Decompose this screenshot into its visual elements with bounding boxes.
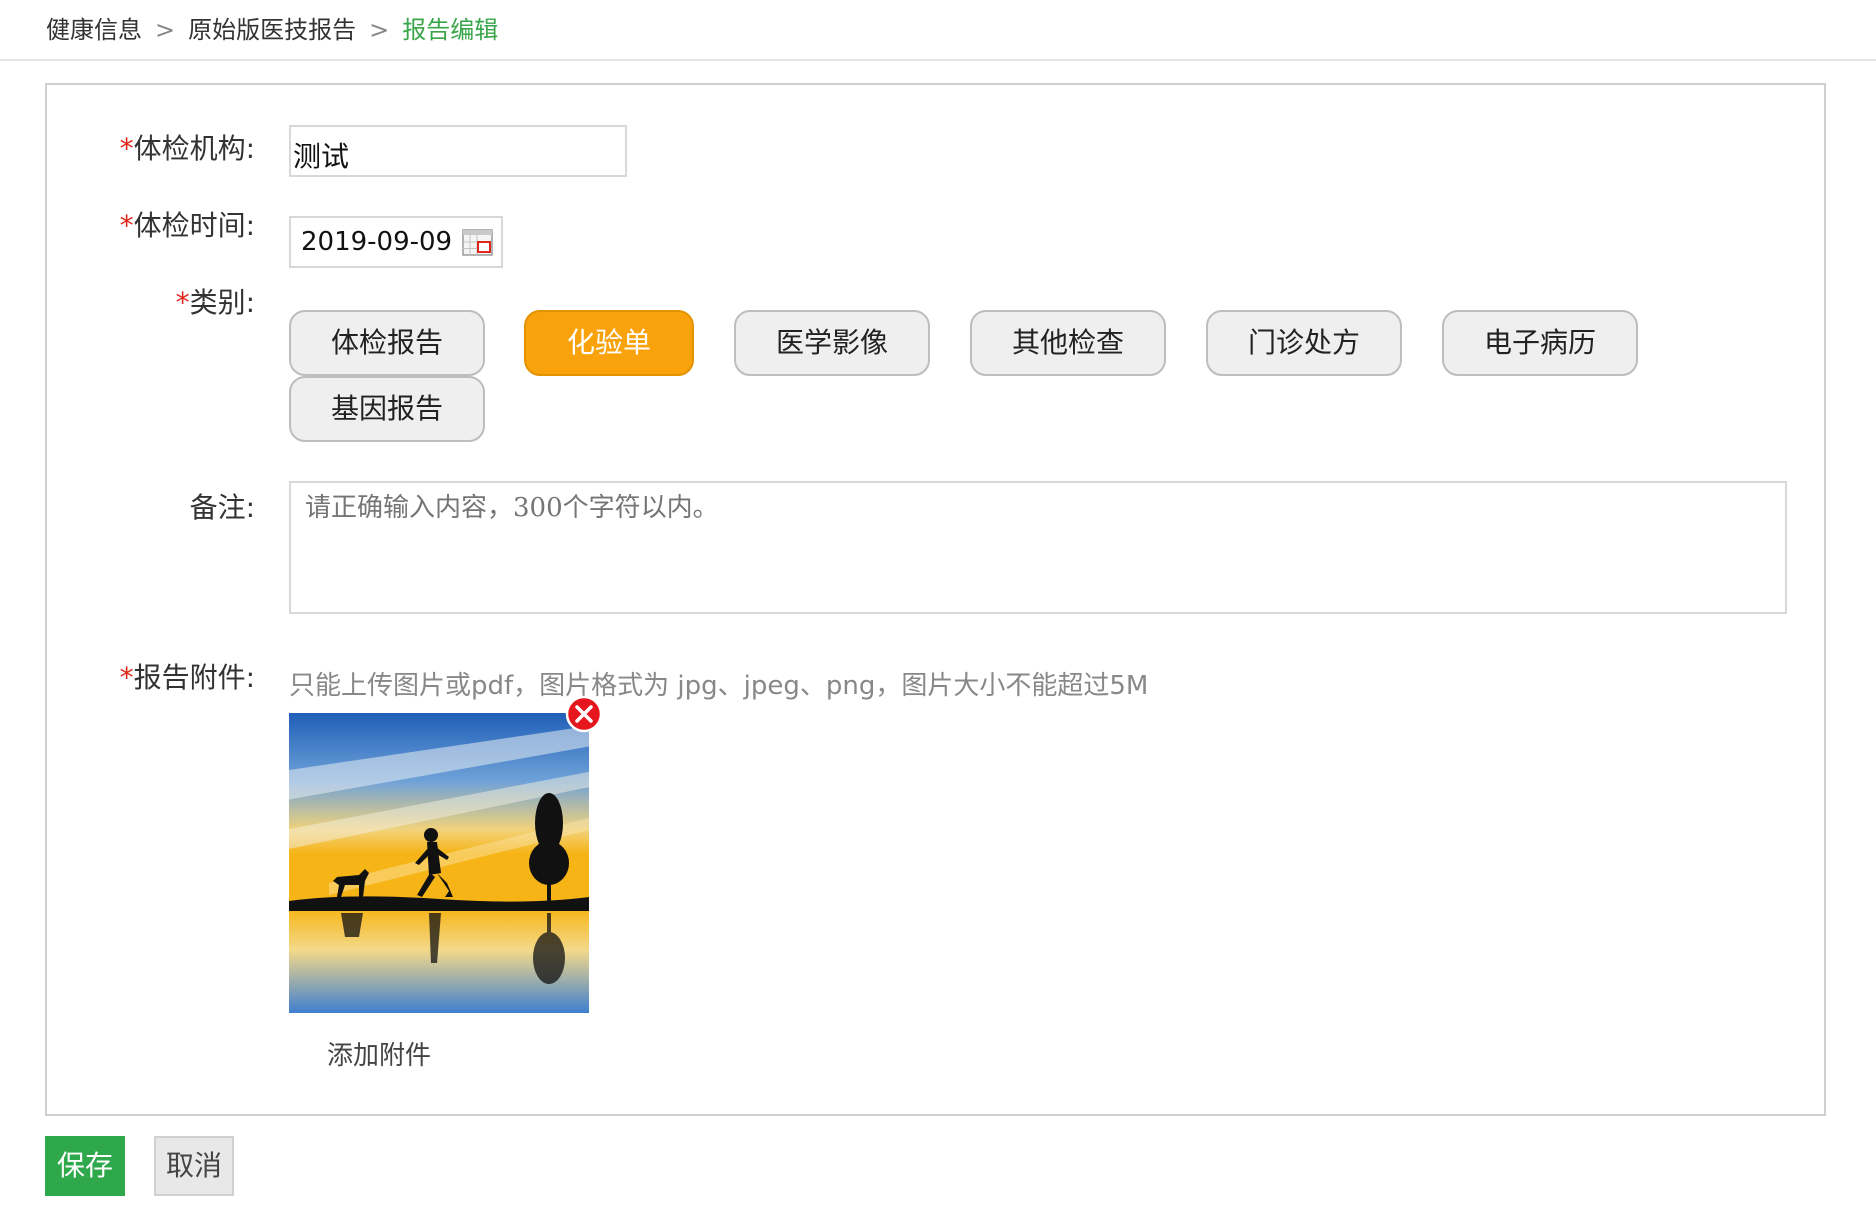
exam-date-input[interactable]: 2019-09-09: [289, 216, 503, 268]
category-label: *类别:: [47, 281, 255, 321]
category-option-electronic-record[interactable]: 电子病历: [1442, 310, 1638, 376]
attachment-label-text: 报告附件:: [133, 661, 255, 694]
category-option-lab-sheet[interactable]: 化验单: [524, 310, 694, 376]
calendar-icon[interactable]: [462, 229, 493, 256]
breadcrumb-item-health-info[interactable]: 健康信息: [46, 16, 142, 44]
save-button[interactable]: 保存: [45, 1136, 125, 1196]
upload-hint: 只能上传图片或pdf，图片格式为 jpg、jpeg、png，图片大小不能超过5M: [289, 671, 1149, 701]
category-option-physical-exam[interactable]: 体检报告: [289, 310, 485, 376]
close-circle-icon[interactable]: [565, 695, 603, 733]
category-option-other-exam[interactable]: 其他检查: [970, 310, 1166, 376]
attachment-thumbnail[interactable]: [289, 713, 589, 1013]
breadcrumb: 健康信息 > 原始版医技报告 > 报告编辑: [46, 10, 498, 45]
required-mark: *: [175, 286, 190, 319]
exam-date-label: *体检时间:: [47, 204, 255, 244]
breadcrumb-item-current: 报告编辑: [402, 16, 499, 44]
institution-label: *体检机构:: [47, 127, 255, 167]
required-mark: *: [119, 132, 134, 165]
exam-date-label-text: 体检时间:: [133, 209, 255, 242]
breadcrumb-separator: >: [155, 16, 176, 44]
category-option-gene-report[interactable]: 基因报告: [289, 376, 485, 442]
category-option-outpatient-prescription[interactable]: 门诊处方: [1206, 310, 1402, 376]
exam-date-value: 2019-09-09: [301, 227, 453, 257]
header-divider: [0, 59, 1876, 61]
remark-label: 备注:: [189, 491, 255, 524]
institution-input[interactable]: 测试: [289, 125, 627, 177]
breadcrumb-separator: >: [369, 16, 390, 44]
category-option-medical-imaging[interactable]: 医学影像: [734, 310, 930, 376]
attachment-label: *报告附件:: [47, 656, 255, 696]
institution-label-text: 体检机构:: [133, 132, 255, 165]
report-edit-form: *体检机构: 测试 *体检时间: 2019-09-09 *类别: 体检报告 化验…: [45, 83, 1826, 1116]
required-mark: *: [119, 209, 134, 242]
required-mark: *: [119, 661, 134, 694]
breadcrumb-item-original-reports[interactable]: 原始版医技报告: [188, 16, 356, 44]
category-label-text: 类别:: [189, 286, 255, 319]
add-attachment-button[interactable]: 添加附件: [327, 1035, 431, 1072]
cancel-button[interactable]: 取消: [154, 1136, 234, 1196]
remark-textarea[interactable]: [289, 481, 1787, 614]
